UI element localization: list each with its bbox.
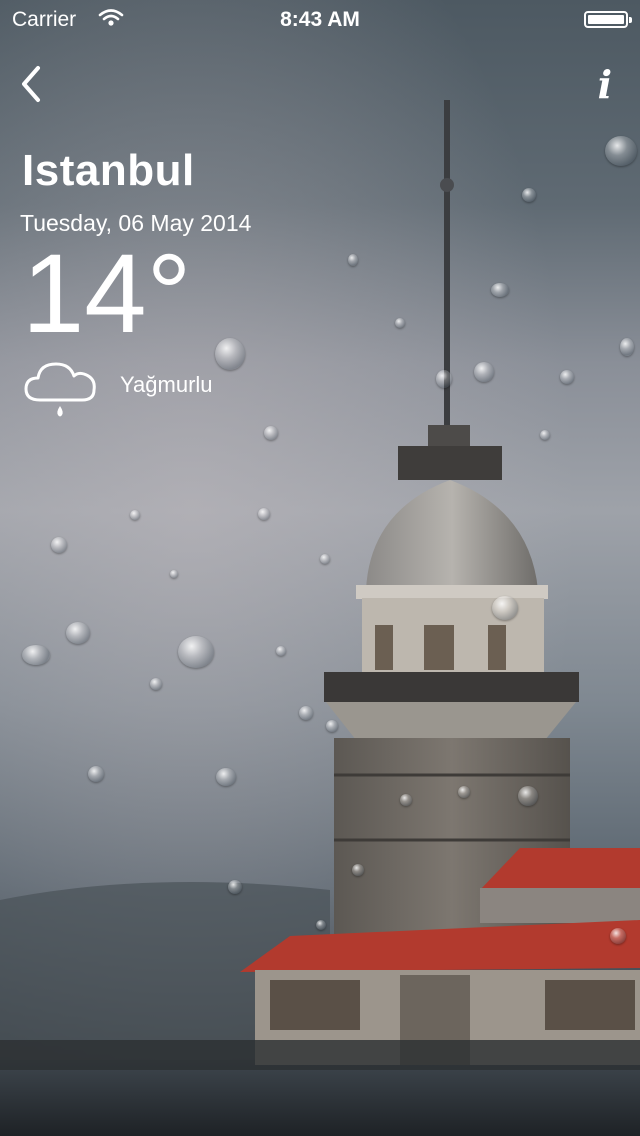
raindrop [66, 622, 90, 644]
weather-condition: Yağmurlu [120, 372, 213, 397]
raindrop [228, 880, 242, 894]
raindrop [316, 920, 326, 930]
raindrop [299, 706, 313, 720]
raindrop [491, 283, 509, 297]
raindrop [560, 370, 574, 384]
raindrop [276, 646, 286, 656]
raindrop [88, 766, 104, 782]
raindrop [170, 570, 178, 578]
city-name: Istanbul [22, 146, 195, 195]
raindrop [51, 537, 67, 553]
info-button[interactable]: i [598, 62, 612, 107]
raindrop [178, 636, 214, 668]
raindrop [352, 864, 364, 876]
status-time: 8:43 AM [280, 8, 360, 31]
back-button[interactable] [16, 62, 56, 106]
raindrop [610, 928, 626, 944]
raindrop [492, 596, 518, 620]
raindrop [436, 370, 452, 388]
raindrop [258, 508, 270, 520]
raindrop [474, 362, 494, 382]
raindrop [400, 794, 412, 806]
raindrop [620, 338, 634, 356]
raindrop [150, 678, 162, 690]
raindrop [320, 554, 330, 564]
rain-cloud-icon [22, 354, 100, 429]
temperature: 14° [22, 231, 192, 356]
raindrop [216, 768, 236, 786]
raindrop [264, 426, 278, 440]
raindrop [326, 720, 338, 732]
raindrop [605, 136, 637, 166]
raindrop [348, 254, 358, 266]
status-bar: Carrier 8:43 AM [0, 0, 640, 40]
raindrop [540, 430, 550, 440]
raindrop [22, 645, 50, 665]
battery-icon [584, 11, 632, 28]
raindrop [458, 786, 470, 798]
raindrop [522, 188, 536, 202]
raindrop [518, 786, 538, 806]
info-icon: i [597, 62, 612, 107]
raindrop [215, 338, 245, 370]
chevron-left-icon [22, 66, 40, 102]
raindrop [395, 318, 405, 328]
raindrop [130, 510, 140, 520]
